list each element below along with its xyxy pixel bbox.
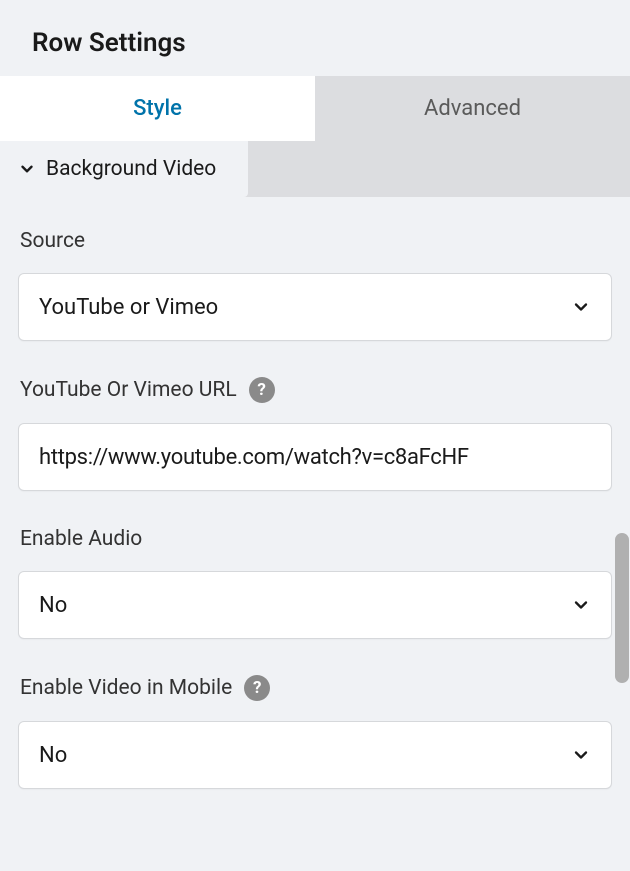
url-value: https://www.youtube.com/watch?v=c8aFcHF xyxy=(39,445,469,470)
source-value: YouTube or Vimeo xyxy=(39,295,218,320)
enable-video-mobile-select[interactable]: No xyxy=(18,721,612,789)
field-enable-video-mobile: Enable Video in Mobile ? No xyxy=(18,675,612,789)
tab-advanced[interactable]: Advanced xyxy=(315,76,630,141)
field-url: YouTube Or Vimeo URL ? https://www.youtu… xyxy=(18,377,612,491)
label-row: YouTube Or Vimeo URL ? xyxy=(18,377,612,403)
section-title: Background Video xyxy=(46,157,216,181)
label-row: Enable Audio xyxy=(18,527,612,551)
source-select[interactable]: YouTube or Vimeo xyxy=(18,273,612,341)
section-header-background-video[interactable]: Background Video xyxy=(0,141,248,197)
help-icon[interactable]: ? xyxy=(249,377,275,403)
label-row: Source xyxy=(18,229,612,253)
url-input[interactable]: https://www.youtube.com/watch?v=c8aFcHF xyxy=(18,423,612,491)
chevron-down-icon xyxy=(18,160,36,178)
tab-style[interactable]: Style xyxy=(0,76,315,141)
help-icon[interactable]: ? xyxy=(244,675,270,701)
tabs: Style Advanced xyxy=(0,76,630,141)
scrollbar[interactable] xyxy=(615,533,629,683)
chevron-down-icon xyxy=(571,297,591,317)
chevron-down-icon xyxy=(571,745,591,765)
enable-audio-label: Enable Audio xyxy=(20,527,142,551)
source-label: Source xyxy=(20,229,85,253)
content: Source YouTube or Vimeo YouTube Or Vimeo… xyxy=(0,197,630,789)
enable-video-mobile-label: Enable Video in Mobile xyxy=(20,676,232,700)
section-row: Background Video xyxy=(0,141,630,197)
field-source: Source YouTube or Vimeo xyxy=(18,229,612,341)
enable-audio-value: No xyxy=(39,593,67,618)
enable-audio-select[interactable]: No xyxy=(18,571,612,639)
url-label: YouTube Or Vimeo URL xyxy=(20,378,237,402)
chevron-down-icon xyxy=(571,595,591,615)
field-enable-audio: Enable Audio No xyxy=(18,527,612,639)
page-title: Row Settings xyxy=(0,0,630,76)
label-row: Enable Video in Mobile ? xyxy=(18,675,612,701)
enable-video-mobile-value: No xyxy=(39,743,67,768)
